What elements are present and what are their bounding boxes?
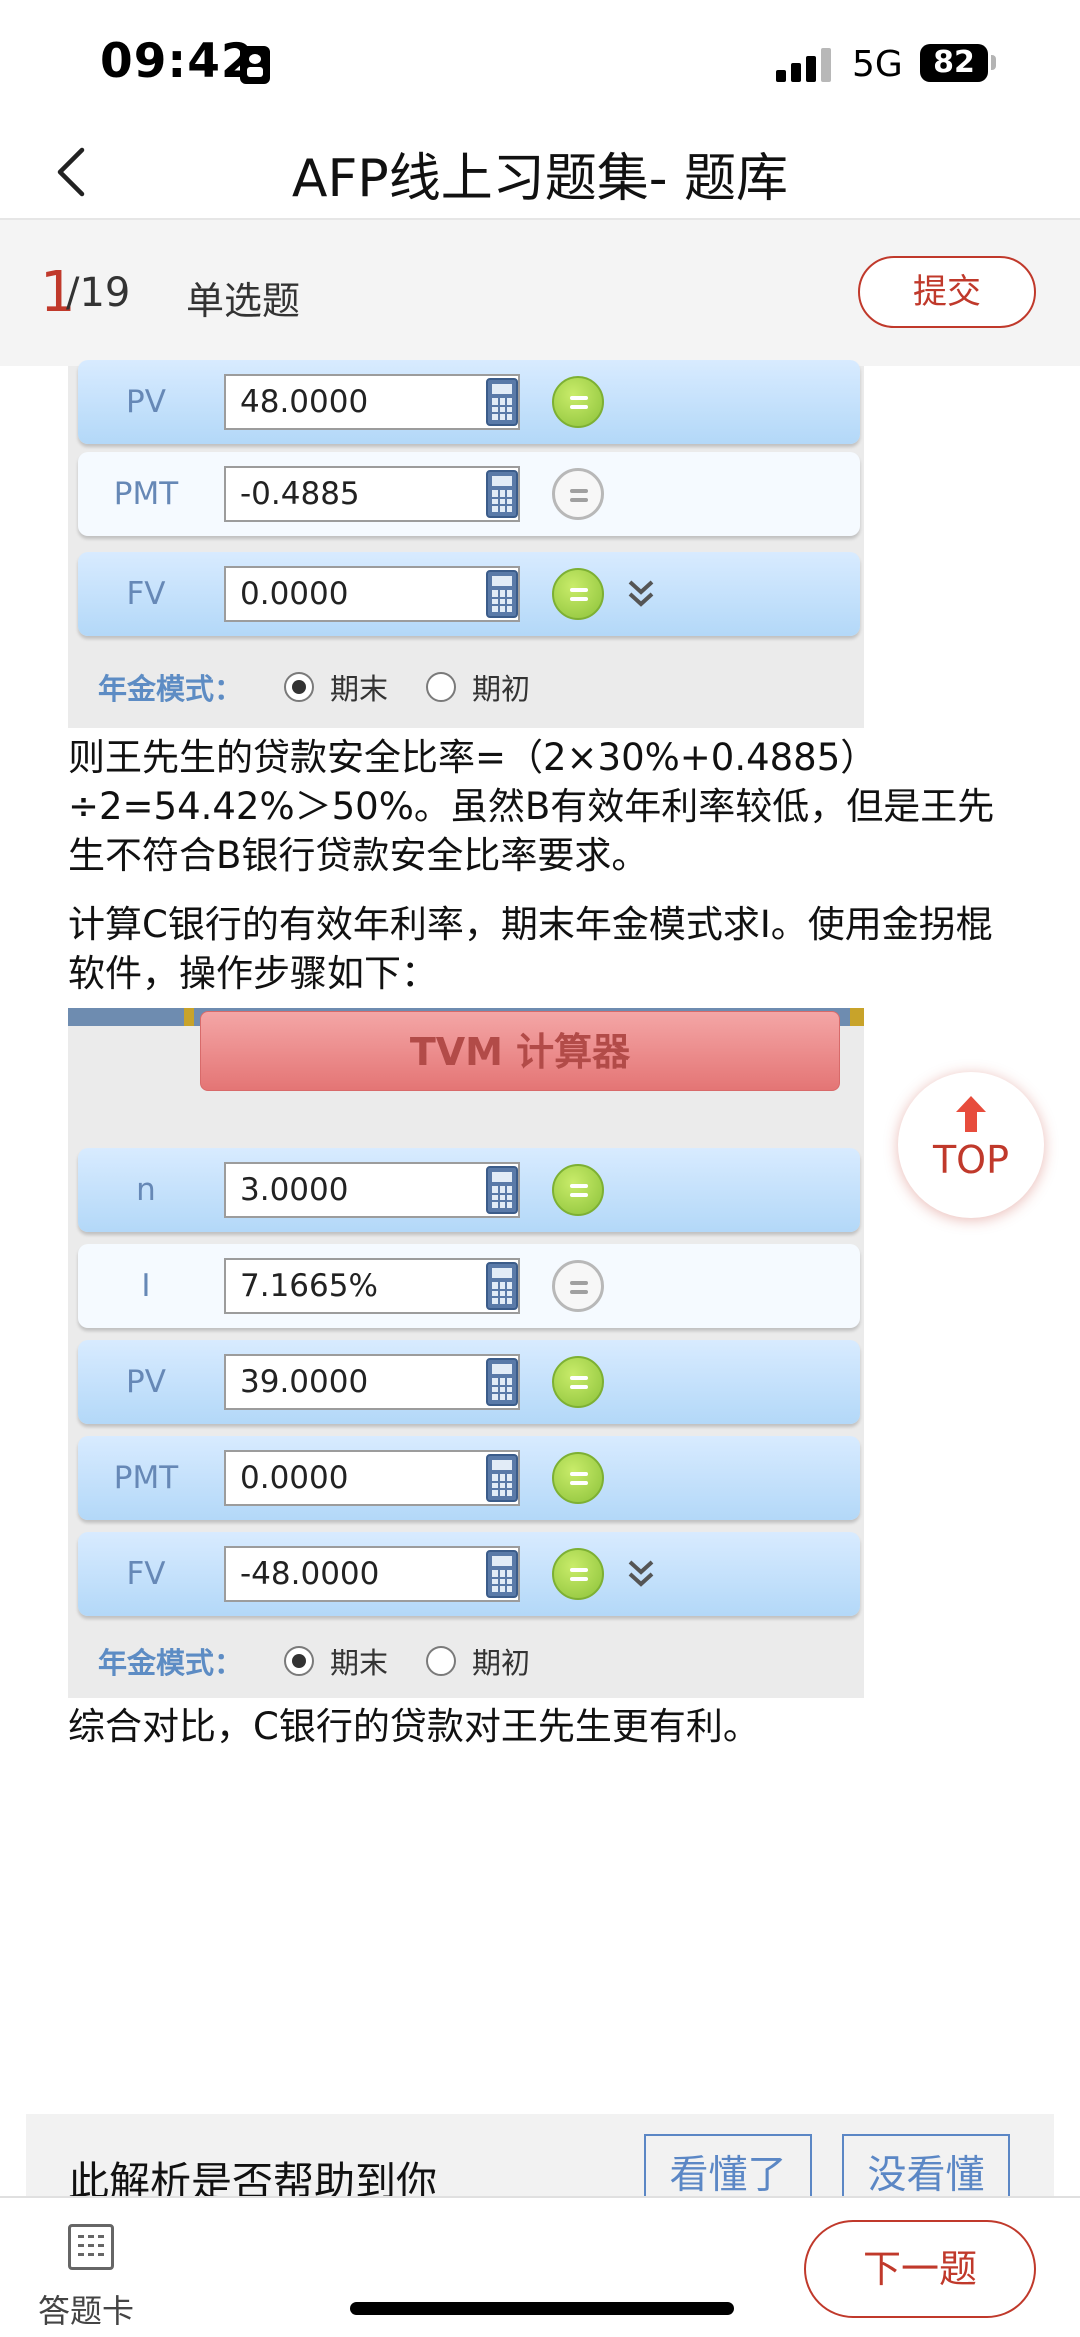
annuity-mode-label: 年金模式：: [98, 1646, 244, 1680]
row-label: FV: [126, 576, 166, 612]
page-title: AFP线上习题集- 题库: [291, 149, 789, 209]
calculator-icon: [486, 378, 518, 426]
row-value: 0.0000: [224, 566, 520, 622]
equals-icon: [552, 468, 604, 520]
row-value: -48.0000: [224, 1546, 520, 1602]
tvm-calculator-screenshot-2: TVM 计算器 n 3.0000 I 7.1665% PV 39.0000 PM…: [68, 1008, 864, 1698]
scroll-to-top-button[interactable]: TOP: [898, 1072, 1044, 1218]
calc-row-pmt: PMT 0.0000: [78, 1436, 860, 1520]
annuity-mode-row: 年金模式： 期末 期初: [68, 652, 864, 722]
network-type: 5G: [852, 44, 903, 85]
status-bar: 09:42 5G 82: [0, 0, 1080, 120]
annuity-mode-row: 年金模式： 期末 期初: [68, 1626, 864, 1696]
radio-mode-end: [284, 1646, 314, 1676]
submit-button[interactable]: 提交: [858, 256, 1036, 328]
question-header: 1 /19 单选题 提交: [0, 220, 1080, 366]
equals-icon: [552, 1356, 604, 1408]
explanation-paragraph-2: 计算C银行的有效年利率，期末年金模式求I。使用金拐棍软件，操作步骤如下：: [68, 903, 993, 995]
calc-row-n: n 3.0000: [78, 1148, 860, 1232]
scroll-to-top-label: TOP: [932, 1138, 1010, 1182]
calc-row-fv: FV -48.0000: [78, 1532, 860, 1616]
radio-mode-begin-label: 期初: [472, 1646, 531, 1680]
question-type: 单选题: [186, 279, 301, 323]
calc-row-pmt: PMT -0.4885: [78, 452, 860, 536]
row-value: 48.0000: [224, 374, 520, 430]
calculator-icon: [486, 1166, 518, 1214]
contact-card-icon: [240, 46, 270, 84]
row-label: PV: [126, 1364, 166, 1400]
calculator-icon: [486, 570, 518, 618]
calculator-icon: [486, 470, 518, 518]
radio-mode-end: [284, 672, 314, 702]
row-value: -0.4885: [224, 466, 520, 522]
row-label: I: [141, 1268, 151, 1304]
radio-mode-begin: [426, 672, 456, 702]
explanation-paragraph-3: 综合对比，C银行的贷款对王先生更有利。: [68, 1705, 760, 1748]
double-chevron-down-icon: [628, 1560, 654, 1587]
equals-icon: [552, 376, 604, 428]
equals-icon: [552, 1548, 604, 1600]
equals-icon: [552, 1260, 604, 1312]
row-label: PV: [126, 384, 166, 420]
status-time: 09:42: [100, 34, 255, 89]
battery-tip: [991, 55, 996, 70]
radio-mode-end-label: 期末: [330, 672, 389, 706]
nav-bar: AFP线上习题集- 题库: [0, 120, 1080, 220]
annuity-mode-label: 年金模式：: [98, 672, 244, 706]
row-label: PMT: [113, 476, 179, 512]
equals-icon: [552, 1164, 604, 1216]
tvm-calculator-title: TVM 计算器: [200, 1011, 840, 1091]
radio-mode-end-label: 期末: [330, 1646, 389, 1680]
bottom-bar: 答题卡 下一题: [0, 2196, 1080, 2337]
double-chevron-down-icon: [628, 580, 654, 607]
signal-icon: [776, 48, 832, 82]
calculator-icon: [486, 1262, 518, 1310]
radio-mode-begin-label: 期初: [472, 672, 531, 706]
calc-row-i: I 7.1665%: [78, 1244, 860, 1328]
row-label: FV: [126, 1556, 166, 1592]
calc-row-fv: FV 0.0000: [78, 552, 860, 636]
row-value: 39.0000: [224, 1354, 520, 1410]
calculator-icon: [486, 1454, 518, 1502]
row-label: n: [136, 1172, 156, 1208]
row-value: 3.0000: [224, 1162, 520, 1218]
calculator-icon: [486, 1550, 518, 1598]
row-value: 0.0000: [224, 1450, 520, 1506]
row-value: 7.1665%: [224, 1258, 520, 1314]
answer-card-icon[interactable]: [68, 2224, 114, 2270]
answer-card-label[interactable]: 答题卡: [38, 2286, 134, 2332]
home-indicator: [350, 2302, 734, 2315]
row-label: PMT: [113, 1460, 179, 1496]
arrow-up-icon: [956, 1096, 986, 1132]
equals-icon: [552, 1452, 604, 1504]
tvm-calculator-screenshot-1: PV 48.0000 PMT -0.4885 FV 0.0000 年金模式： 期…: [68, 360, 864, 728]
calc-row-pv: PV 48.0000: [78, 360, 860, 444]
battery-icon: 82: [920, 44, 988, 82]
calc-row-pv: PV 39.0000: [78, 1340, 860, 1424]
explanation-paragraph-1: 则王先生的贷款安全比率=（2×30%+0.4885）÷2=54.42%＞50%。…: [68, 736, 995, 877]
equals-icon: [552, 568, 604, 620]
question-total: /19: [66, 270, 131, 316]
calculator-icon: [486, 1358, 518, 1406]
next-question-button[interactable]: 下一题: [804, 2220, 1036, 2318]
radio-mode-begin: [426, 1646, 456, 1676]
